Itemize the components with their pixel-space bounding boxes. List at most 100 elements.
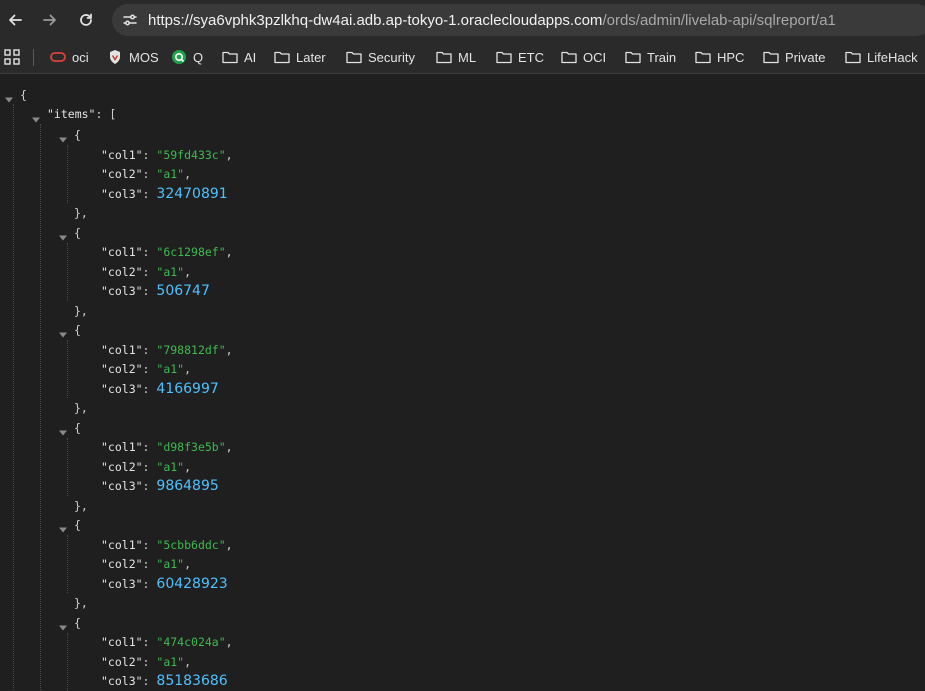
apps-grid-icon[interactable] (4, 49, 20, 65)
bookmark-etc[interactable]: ETC (496, 48, 544, 66)
item-open: { (74, 516, 81, 535)
col1-key: "col1" (101, 147, 143, 162)
field-col2: "col2": "a1", (101, 165, 191, 184)
col3-key: "col3" (101, 284, 143, 298)
url-path: /ords/admin/livelab-api/sqlreport/a1 (602, 12, 836, 29)
colon: : (142, 674, 157, 688)
col1-value: "d98f3e5b" (156, 440, 226, 454)
bookmark-label: MOS (129, 49, 159, 65)
col2-key: "col2" (101, 654, 143, 669)
indent-guide (67, 535, 68, 593)
reload-button[interactable] (74, 8, 98, 32)
collapse-item-caret[interactable] (59, 424, 67, 435)
bookmark-lifehack[interactable]: LifeHack (845, 48, 918, 66)
colon: : (142, 245, 157, 259)
bookmark-label: LifeHack (867, 49, 918, 65)
bookmark-mos[interactable]: MOS (107, 48, 159, 66)
item-close: }, (74, 497, 88, 516)
colon: : (142, 537, 157, 552)
colon: : (142, 186, 157, 201)
col3-key: "col3" (101, 186, 143, 201)
field-col3: "col3": 32470891 (101, 185, 228, 204)
json-viewer: {"items": [{"col1": "59fd433c", "col2": "… (0, 74, 925, 691)
comma: , (225, 147, 233, 162)
bookmark-security[interactable]: Security (346, 48, 415, 66)
bookmark-hpc[interactable]: HPC (695, 48, 744, 66)
colon: : (142, 147, 157, 162)
item-close: }, (74, 302, 88, 321)
col3-value: 32470891 (156, 185, 228, 202)
collapse-items-caret[interactable] (32, 111, 40, 123)
comma: , (184, 557, 192, 571)
reload-icon (80, 13, 92, 26)
col2-key: "col2" (101, 362, 143, 376)
mos-shield-icon (107, 49, 123, 65)
collapse-item-caret[interactable] (59, 131, 67, 143)
col2-key: "col2" (101, 167, 143, 181)
colon: : (142, 167, 157, 181)
comma: , (225, 537, 233, 552)
bookmark-ai[interactable]: AI (222, 48, 256, 66)
col3-key: "col3" (101, 381, 143, 396)
collapse-root-caret[interactable] (5, 91, 13, 103)
bookmark-q[interactable]: Q (171, 48, 203, 66)
folder-icon (561, 49, 577, 65)
col1-key: "col1" (101, 440, 143, 454)
object-close-brace: }, (74, 401, 88, 415)
bookmark-ml[interactable]: ML (436, 48, 476, 66)
bookmark-train[interactable]: Train (625, 48, 676, 66)
bookmark-later[interactable]: Later (274, 48, 326, 66)
field-col1: "col1": "798812df", (101, 341, 233, 360)
item-open: { (74, 321, 81, 340)
object-open-brace: { (74, 128, 81, 142)
field-col2: "col2": "a1", (101, 263, 191, 282)
comma: , (225, 440, 233, 454)
item-open: { (74, 419, 81, 438)
folder-icon (496, 49, 512, 65)
oracle-logo-icon (50, 49, 66, 65)
bookmark-label: Security (368, 49, 415, 65)
col1-value: "5cbb6ddc" (156, 537, 226, 552)
comma: , (225, 635, 233, 649)
col2-value: "a1" (156, 654, 185, 669)
object-open-brace: { (74, 615, 81, 630)
indent-guide (67, 145, 68, 203)
site-info-button[interactable] (120, 10, 140, 30)
bookmark-oci[interactable]: OCI (561, 48, 606, 66)
bookmark-label: ETC (518, 49, 544, 65)
col1-key: "col1" (101, 342, 143, 357)
arrow-left-icon (9, 14, 22, 26)
field-col3: "col3": 60428923 (101, 575, 228, 594)
field-col1: "col1": "5cbb6ddc", (101, 536, 233, 555)
field-col3: "col3": 4166997 (101, 380, 219, 399)
colon: : (142, 440, 157, 454)
collapse-item-caret[interactable] (59, 619, 67, 630)
col3-value: 9864895 (156, 478, 219, 494)
item-close: }, (74, 399, 88, 418)
tune-icon (123, 14, 137, 26)
field-col1: "col1": "6c1298ef", (101, 243, 233, 262)
bookmark-private[interactable]: Private (763, 48, 825, 66)
folder-icon (346, 49, 362, 65)
url-text: https://sya6vphk3pzlkhq-dw4ai.adb.ap-tok… (148, 12, 836, 29)
bookmark-oci[interactable]: oci (50, 48, 89, 66)
col2-value: "a1" (156, 167, 185, 181)
col2-value: "a1" (156, 264, 185, 279)
collapse-item-caret[interactable] (59, 326, 67, 338)
back-button[interactable] (3, 8, 27, 32)
col2-key: "col2" (101, 557, 143, 571)
browser-toolbar: https://sya6vphk3pzlkhq-dw4ai.adb.ap-tok… (0, 0, 925, 40)
collapse-item-caret[interactable] (59, 229, 67, 240)
field-col3: "col3": 85183686 (101, 672, 228, 691)
col2-value: "a1" (156, 557, 185, 571)
field-col2: "col2": "a1", (101, 360, 191, 379)
col1-value: "474c024a" (156, 635, 226, 649)
field-col1: "col1": "d98f3e5b", (101, 438, 233, 457)
colon: : (142, 576, 157, 591)
collapse-item-caret[interactable] (59, 521, 67, 533)
json-root-open: { (20, 86, 27, 105)
col3-value: 4166997 (156, 380, 219, 397)
address-bar[interactable]: https://sya6vphk3pzlkhq-dw4ai.adb.ap-tok… (112, 4, 925, 36)
forward-button[interactable] (38, 8, 62, 32)
comma: , (184, 167, 192, 181)
